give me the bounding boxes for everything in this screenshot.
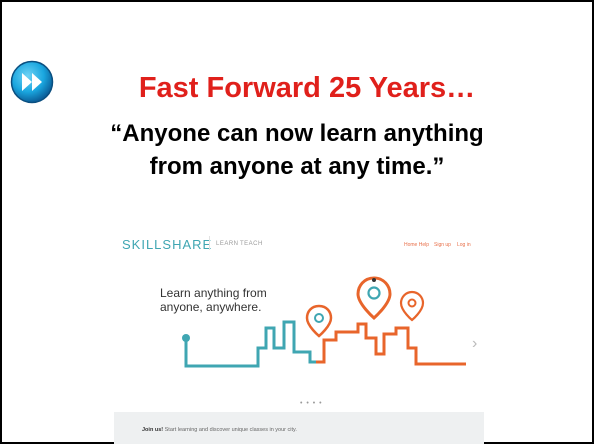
slide: Fast Forward 25 Years… “Anyone can now l…: [0, 0, 594, 444]
join-body: Start learning and discover unique class…: [163, 427, 297, 433]
map-pin-right-icon: [399, 290, 425, 322]
teal-skyline-line: [184, 320, 316, 368]
skillshare-screenshot: SKILLSHARE LEARN TEACH Home Help Sign up…: [114, 224, 484, 444]
join-bold: Join us!: [142, 427, 164, 433]
map-pin-center-icon: [356, 276, 392, 320]
city-skyline-illustration: ›: [182, 276, 477, 368]
quote-line-2: from anyone at any time.”: [149, 153, 445, 180]
map-pin-left-icon: [305, 304, 333, 338]
join-text: Join us! Start learning and discover uni…: [142, 427, 297, 433]
join-banner: Join us! Start learning and discover uni…: [114, 412, 484, 444]
next-arrow-icon: ›: [472, 335, 477, 352]
quote-line-1: “Anyone can now learn anything: [110, 120, 484, 147]
carousel-dots[interactable]: • • • •: [300, 400, 323, 407]
teal-start-dot: [182, 334, 190, 342]
slide-title: Fast Forward 25 Years…: [138, 72, 476, 104]
orange-skyline-line: [316, 322, 466, 366]
slide-quote: “Anyone can now learn anything from anyo…: [2, 117, 592, 183]
